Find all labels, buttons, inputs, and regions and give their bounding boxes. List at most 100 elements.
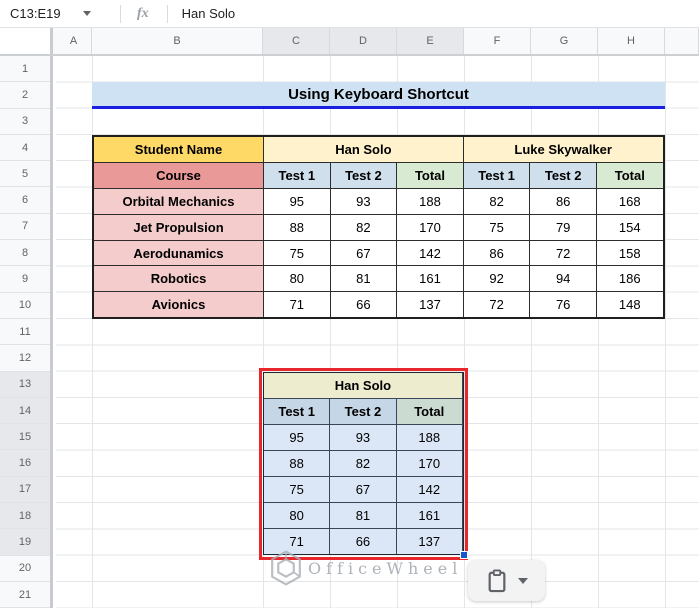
score-cell[interactable]: 86 <box>530 188 596 214</box>
score-cell[interactable]: 148 <box>596 292 663 318</box>
course-cell[interactable]: Robotics <box>94 266 263 292</box>
row-header-16[interactable]: 16 <box>0 450 50 477</box>
copied-score-cell[interactable]: 170 <box>396 450 462 476</box>
row-header-12[interactable]: 12 <box>0 345 50 372</box>
score-cell[interactable]: 88 <box>264 214 330 240</box>
score-cell[interactable]: 188 <box>397 188 463 214</box>
copied-subheader-test1[interactable]: Test 1 <box>264 398 330 424</box>
score-cell[interactable]: 161 <box>397 266 463 292</box>
select-all-corner[interactable] <box>0 28 53 54</box>
subheader-total[interactable]: Total <box>596 162 663 188</box>
row-header-8[interactable]: 8 <box>0 240 50 267</box>
score-cell[interactable]: 72 <box>530 240 596 266</box>
column-header-b[interactable]: B <box>92 28 263 54</box>
subheader-test1[interactable]: Test 1 <box>463 162 530 188</box>
subheader-test2[interactable]: Test 2 <box>330 162 397 188</box>
row-header-21[interactable]: 21 <box>0 581 50 608</box>
score-cell[interactable]: 67 <box>330 240 397 266</box>
score-cell[interactable]: 142 <box>397 240 463 266</box>
subheader-test2[interactable]: Test 2 <box>530 162 596 188</box>
score-cell[interactable]: 168 <box>596 188 663 214</box>
copied-score-cell[interactable]: 93 <box>330 424 396 450</box>
row-header-5[interactable]: 5 <box>0 161 50 188</box>
copied-score-cell[interactable]: 82 <box>330 450 396 476</box>
copied-subheader-total[interactable]: Total <box>396 398 462 424</box>
score-cell[interactable]: 79 <box>530 214 596 240</box>
name-box[interactable]: C13:E19 <box>0 0 120 27</box>
column-header-f[interactable]: F <box>464 28 531 54</box>
name-box-dropdown-icon[interactable] <box>82 11 91 16</box>
row-header-4[interactable]: 4 <box>0 134 50 162</box>
row-header-18[interactable]: 18 <box>0 503 50 530</box>
score-cell[interactable]: 92 <box>463 266 530 292</box>
column-header-a[interactable]: A <box>56 28 92 54</box>
row-header-14[interactable]: 14 <box>0 397 50 425</box>
score-cell[interactable]: 76 <box>530 292 596 318</box>
row-header-3[interactable]: 3 <box>0 108 50 135</box>
score-cell[interactable]: 71 <box>264 292 330 318</box>
row-header-13[interactable]: 13 <box>0 371 50 398</box>
row-header-17[interactable]: 17 <box>0 476 50 504</box>
score-cell[interactable]: 72 <box>463 292 530 318</box>
course-cell[interactable]: Orbital Mechanics <box>94 188 263 214</box>
score-cell[interactable]: 158 <box>596 240 663 266</box>
copied-score-cell[interactable]: 80 <box>264 502 330 528</box>
score-cell[interactable]: 82 <box>330 214 397 240</box>
copied-score-cell[interactable]: 161 <box>396 502 462 528</box>
score-cell[interactable]: 75 <box>463 214 530 240</box>
score-cell[interactable]: 82 <box>463 188 530 214</box>
column-header-partial[interactable] <box>665 28 699 54</box>
score-cell[interactable]: 66 <box>330 292 397 318</box>
column-header-g[interactable]: G <box>531 28 598 54</box>
score-cell[interactable]: 80 <box>264 266 330 292</box>
column-header-e[interactable]: E <box>397 28 464 54</box>
copied-score-cell[interactable]: 67 <box>330 476 396 502</box>
row-header-15[interactable]: 15 <box>0 424 50 451</box>
row-header-2[interactable]: 2 <box>0 82 50 109</box>
row-header-10[interactable]: 10 <box>0 292 50 319</box>
copied-score-cell[interactable]: 188 <box>396 424 462 450</box>
copied-score-cell[interactable]: 81 <box>330 502 396 528</box>
column-header-h[interactable]: H <box>598 28 665 54</box>
score-cell[interactable]: 95 <box>264 188 330 214</box>
header-han-solo[interactable]: Han Solo <box>264 137 463 162</box>
subheader-test1[interactable]: Test 1 <box>264 162 330 188</box>
score-cell[interactable]: 186 <box>596 266 663 292</box>
header-student-name[interactable]: Student Name <box>94 137 263 162</box>
course-cell[interactable]: Avionics <box>94 292 263 318</box>
row-header-7[interactable]: 7 <box>0 213 50 241</box>
score-cell[interactable]: 81 <box>330 266 397 292</box>
column-header-c[interactable]: C <box>263 28 330 54</box>
score-cell[interactable]: 170 <box>397 214 463 240</box>
row-header-19[interactable]: 19 <box>0 529 50 556</box>
column-header-d[interactable]: D <box>330 28 397 54</box>
copied-score-cell[interactable]: 95 <box>264 424 330 450</box>
title-banner[interactable]: Using Keyboard Shortcut <box>92 82 665 109</box>
score-cell[interactable]: 154 <box>596 214 663 240</box>
row-header-1[interactable]: 1 <box>0 56 50 83</box>
copied-score-cell[interactable]: 142 <box>396 476 462 502</box>
row-header-9[interactable]: 9 <box>0 266 50 293</box>
score-cell[interactable]: 93 <box>330 188 397 214</box>
score-cell[interactable]: 94 <box>530 266 596 292</box>
header-luke-skywalker[interactable]: Luke Skywalker <box>463 137 663 162</box>
row-header-6[interactable]: 6 <box>0 187 50 214</box>
copied-header-han-solo[interactable]: Han Solo <box>264 372 462 398</box>
copied-score-cell[interactable]: 88 <box>264 450 330 476</box>
score-cell[interactable]: 137 <box>397 292 463 318</box>
copied-score-cell[interactable]: 75 <box>264 476 330 502</box>
score-cell[interactable]: 86 <box>463 240 530 266</box>
copied-subheader-test2[interactable]: Test 2 <box>330 398 396 424</box>
course-cell[interactable]: Jet Propulsion <box>94 214 263 240</box>
subheader-total[interactable]: Total <box>397 162 463 188</box>
score-cell[interactable]: 75 <box>264 240 330 266</box>
row-header-11[interactable]: 11 <box>0 318 50 346</box>
formula-input[interactable]: Han Solo <box>182 6 235 21</box>
gridline <box>665 56 666 608</box>
header-course[interactable]: Course <box>94 162 263 188</box>
paste-options-button[interactable] <box>468 560 545 601</box>
row-header-20[interactable]: 20 <box>0 555 50 582</box>
formula-bar: C13:E19 fx Han Solo <box>0 0 699 28</box>
course-cell[interactable]: Aerodunamics <box>94 240 263 266</box>
watermark: OfficeWheel <box>268 549 462 587</box>
